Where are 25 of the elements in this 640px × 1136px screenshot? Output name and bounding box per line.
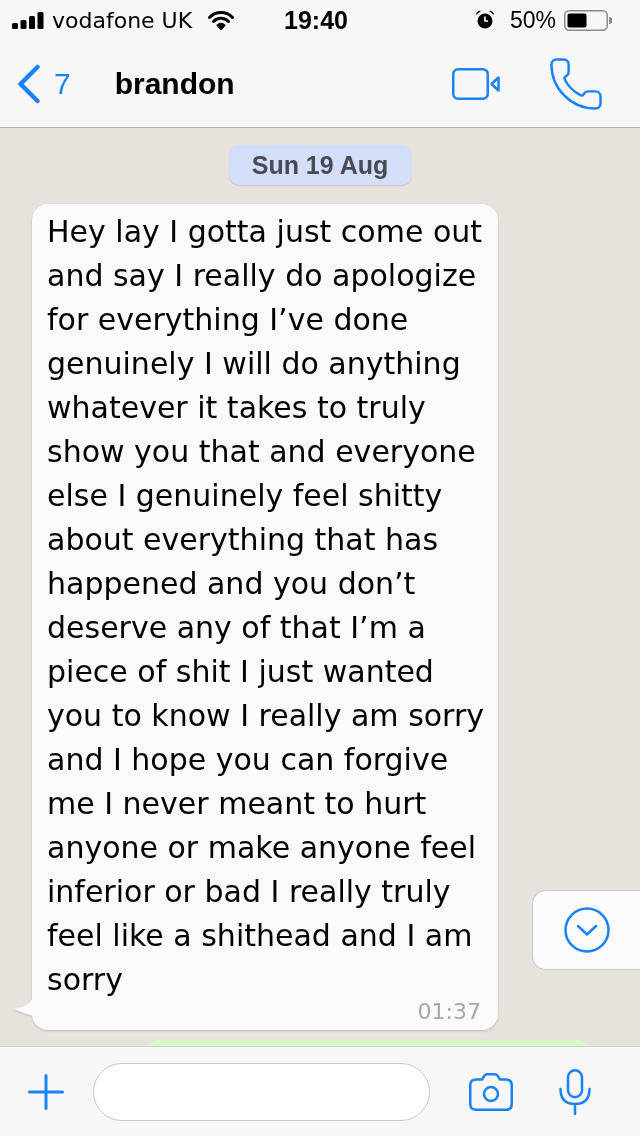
battery-icon bbox=[564, 9, 612, 31]
camera-button[interactable] bbox=[469, 1072, 513, 1111]
plus-icon bbox=[28, 1073, 64, 1110]
video-call-button[interactable] bbox=[452, 67, 500, 100]
camera-icon bbox=[469, 1072, 513, 1111]
carrier-name: vodafone UK bbox=[52, 7, 193, 33]
message-text: Hey lay I gotta just come out and say I really do apologize for everything I’ve done genuinely I will do anything whatever it takes to truly show you that and everyone else I genuinely feel shitty about everything that has happened and you don’t deserve any of that I’m a piece of shit I just wanted you to know I really am sorry and I hope you can forgive me I never meant to hurt anyone or make anyone feel inferior or bad I really truly feel like a shithead and I am sorry bbox=[47, 213, 485, 999]
chevron-left-icon bbox=[17, 63, 41, 104]
back-button[interactable]: 7 bbox=[17, 63, 71, 104]
voice-message-button[interactable] bbox=[559, 1068, 591, 1115]
message-time: 01:37 bbox=[417, 1002, 481, 1022]
alarm-clock-icon bbox=[474, 10, 495, 30]
scroll-down-button[interactable] bbox=[532, 890, 640, 970]
battery-percentage: 50% bbox=[509, 6, 556, 34]
microphone-icon bbox=[559, 1068, 591, 1115]
status-time: 19:40 bbox=[284, 5, 348, 35]
chevron-down-circle-icon bbox=[563, 907, 610, 953]
date-label: Sun 19 Aug bbox=[228, 145, 412, 185]
video-camera-icon bbox=[452, 67, 500, 100]
contact-name: brandon bbox=[114, 66, 235, 101]
wifi-icon bbox=[208, 10, 235, 30]
attach-button[interactable] bbox=[28, 1073, 64, 1110]
voice-call-button[interactable] bbox=[550, 57, 602, 110]
phone-icon bbox=[550, 57, 602, 110]
signal-icon bbox=[12, 11, 44, 29]
